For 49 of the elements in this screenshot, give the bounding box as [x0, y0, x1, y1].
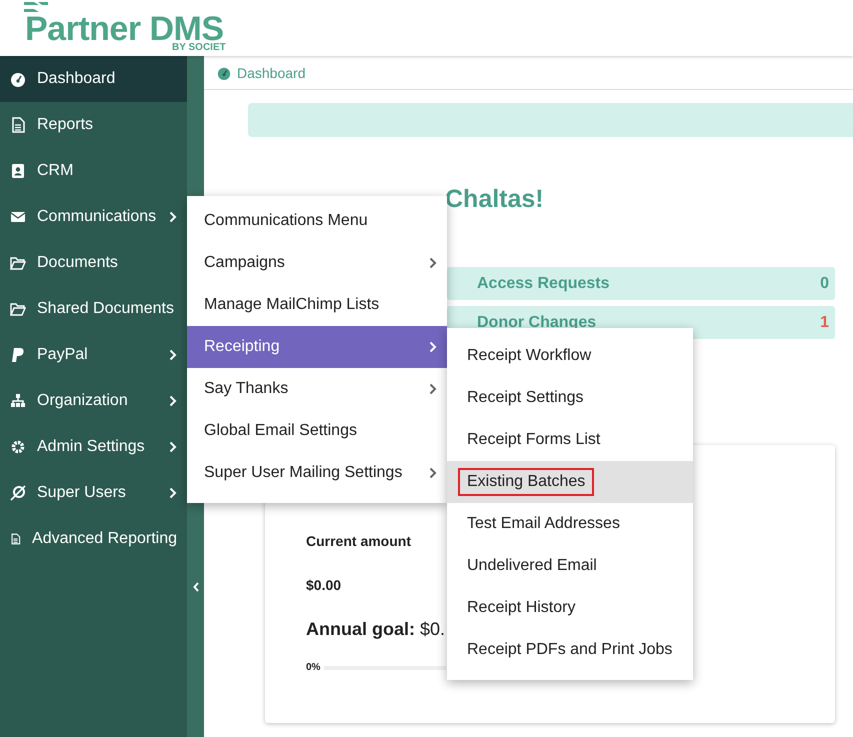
- gear-icon: [10, 439, 26, 455]
- logo-name: Partner DMS: [25, 14, 224, 44]
- contact-card-icon: [10, 163, 26, 179]
- menu-item[interactable]: Receipt Settings: [447, 377, 693, 419]
- collapse-icon[interactable]: [192, 582, 198, 592]
- envelope-icon: [10, 209, 26, 225]
- org-chart-icon: [10, 393, 26, 409]
- menu-item[interactable]: Existing Batches: [447, 461, 693, 503]
- menu-item[interactable]: Receipt PDFs and Print Jobs: [447, 629, 693, 671]
- menu-item[interactable]: Receipt Forms List: [447, 419, 693, 461]
- stat-label: Access Requests: [477, 274, 610, 292]
- menu-item[interactable]: Receipting: [187, 326, 447, 368]
- logo-stripes-icon: [24, 2, 48, 14]
- sidebar-item[interactable]: Dashboard: [0, 56, 187, 102]
- sidebar-item[interactable]: Communications: [0, 194, 187, 240]
- welcome-heading: Chaltas!: [445, 185, 545, 215]
- document-icon: [10, 531, 22, 547]
- sidebar-item[interactable]: CRM: [0, 148, 187, 194]
- logo-tagline: BY SOCIET: [172, 42, 226, 53]
- folder-icon: [10, 301, 26, 317]
- sidebar-item[interactable]: Shared Documents: [0, 286, 187, 332]
- menu-item[interactable]: Test Email Addresses: [447, 503, 693, 545]
- menu-item[interactable]: Receipt History: [447, 587, 693, 629]
- stat-count: 0: [820, 274, 829, 292]
- paypal-icon: [10, 347, 26, 363]
- sidebar-item[interactable]: Advanced Reporting: [0, 516, 187, 562]
- sidebar-item[interactable]: Admin Settings: [0, 424, 187, 470]
- folder-icon: [10, 255, 26, 271]
- current-amount-label: Current amount: [306, 533, 412, 549]
- annual-goal-text: Annual goal: $0.: [306, 619, 446, 640]
- menu-item[interactable]: Super User Mailing Settings: [187, 452, 447, 494]
- progress-percent: 0%: [306, 662, 320, 673]
- current-amount-value: $0.00: [306, 577, 342, 593]
- sidebar-item[interactable]: Documents: [0, 240, 187, 286]
- dashboard-gauge-icon: [217, 66, 231, 80]
- dashboard-gauge-icon: [10, 71, 26, 87]
- sidebar-item[interactable]: Reports: [0, 102, 187, 148]
- menu-item[interactable]: Communications Menu: [187, 200, 447, 242]
- menu-item[interactable]: Undelivered Email: [447, 545, 693, 587]
- sidebar-item[interactable]: PayPal: [0, 332, 187, 378]
- sidebar-item[interactable]: Organization: [0, 378, 187, 424]
- menu-item[interactable]: Global Email Settings: [187, 410, 447, 452]
- menu-item[interactable]: Say Thanks: [187, 368, 447, 410]
- menu-item[interactable]: Manage MailChimp Lists: [187, 284, 447, 326]
- document-icon: [10, 117, 26, 133]
- stat-label: Donor Changes: [477, 314, 596, 332]
- menu-item[interactable]: Campaigns: [187, 242, 447, 284]
- stat-count: 1: [820, 314, 829, 332]
- sidebar-item[interactable]: Super Users: [0, 470, 187, 516]
